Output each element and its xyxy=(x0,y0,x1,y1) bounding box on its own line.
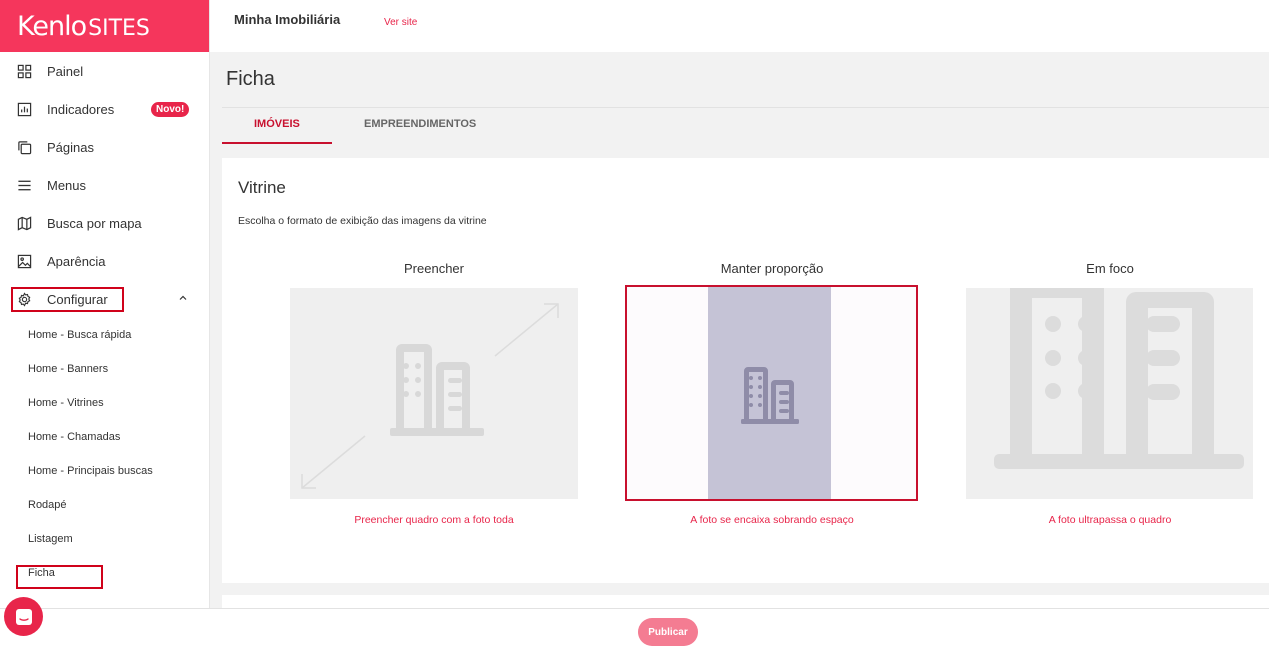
sidebar-item-indicadores[interactable]: Indicadores Novo! xyxy=(0,90,209,128)
bottom-bar: Publicar xyxy=(0,608,1269,646)
sub-item-home-banners[interactable]: Home - Banners xyxy=(0,352,209,386)
sidebar-item-label: Menus xyxy=(47,177,87,193)
building-icon xyxy=(741,367,799,424)
sidebar-item-label: Indicadores xyxy=(47,101,115,117)
option-em-foco[interactable] xyxy=(966,288,1253,499)
vitrine-card: Vitrine Escolha o formato de exibição da… xyxy=(222,158,1269,583)
fill-preview-icon xyxy=(301,303,559,489)
ficha-highlight-box xyxy=(16,565,103,589)
chat-icon xyxy=(15,608,32,625)
ver-site-link[interactable]: Ver site xyxy=(384,17,417,28)
option-label-manter-proporcao: Manter proporção xyxy=(720,261,824,276)
grid-icon xyxy=(16,63,32,79)
pages-icon xyxy=(16,139,32,155)
chart-icon xyxy=(16,101,32,117)
sidebar-item-painel[interactable]: Painel xyxy=(0,52,209,90)
sidebar-item-label: Páginas xyxy=(47,139,94,155)
vitrine-subtitle: Escolha o formato de exibição das imagen… xyxy=(238,215,487,227)
sidebar-item-label: Painel xyxy=(47,63,84,79)
option-desc-em-foco: A foto ultrapassa o quadro xyxy=(1048,514,1172,526)
sidebar: KenloSITES Painel Indicadores Novo! Pági… xyxy=(0,0,210,646)
sub-item-rodape[interactable]: Rodapé xyxy=(0,488,209,522)
tab-bar: IMÓVEIS EMPREENDIMENTOS xyxy=(222,107,1269,144)
vitrine-title: Vitrine xyxy=(238,178,286,197)
sub-item-home-chamadas[interactable]: Home - Chamadas xyxy=(0,420,209,454)
site-name: Minha Imobiliária xyxy=(234,12,341,27)
kenlo-logo[interactable]: KenloSITES xyxy=(17,11,150,42)
option-preencher[interactable] xyxy=(290,288,578,499)
option-manter-proporcao[interactable] xyxy=(625,285,918,501)
sidebar-item-paginas[interactable]: Páginas xyxy=(0,128,209,166)
sidebar-item-label: Aparência xyxy=(47,253,106,269)
option-desc-preencher: Preencher quadro com a foto toda xyxy=(354,514,514,526)
sub-item-home-busca-rapida[interactable]: Home - Busca rápida xyxy=(0,318,209,352)
sub-item-home-principais-buscas[interactable]: Home - Principais buscas xyxy=(0,454,209,488)
chevron-up-icon[interactable] xyxy=(179,294,187,302)
new-badge: Novo! xyxy=(151,102,190,117)
sidebar-item-label: Busca por mapa xyxy=(47,215,142,231)
option-label-em-foco: Em foco xyxy=(1086,261,1134,276)
sidebar-item-busca-mapa[interactable]: Busca por mapa xyxy=(0,204,209,242)
active-tab-indicator xyxy=(222,142,332,144)
tab-imoveis[interactable]: IMÓVEIS xyxy=(254,118,300,130)
configurar-highlight-box xyxy=(11,287,124,312)
sub-item-home-vitrines[interactable]: Home - Vitrines xyxy=(0,386,209,420)
menu-icon xyxy=(16,177,32,193)
logo-bar: KenloSITES xyxy=(0,0,209,52)
publish-button[interactable]: Publicar xyxy=(638,618,698,646)
page-title: Ficha xyxy=(226,68,275,90)
photo-area xyxy=(708,287,831,499)
zoomed-building-icon xyxy=(994,288,1244,469)
sub-item-listagem[interactable]: Listagem xyxy=(0,522,209,556)
top-bar: Minha Imobiliária Ver site xyxy=(210,0,1269,52)
option-label-preencher: Preencher xyxy=(404,261,464,276)
sidebar-item-aparencia[interactable]: Aparência xyxy=(0,242,209,280)
map-icon xyxy=(16,215,32,231)
option-desc-manter-proporcao: A foto se encaixa sobrando espaço xyxy=(690,514,854,526)
image-icon xyxy=(16,253,32,269)
chat-button[interactable] xyxy=(4,597,43,636)
tab-empreendimentos[interactable]: EMPREENDIMENTOS xyxy=(364,118,476,130)
sidebar-item-menus[interactable]: Menus xyxy=(0,166,209,204)
